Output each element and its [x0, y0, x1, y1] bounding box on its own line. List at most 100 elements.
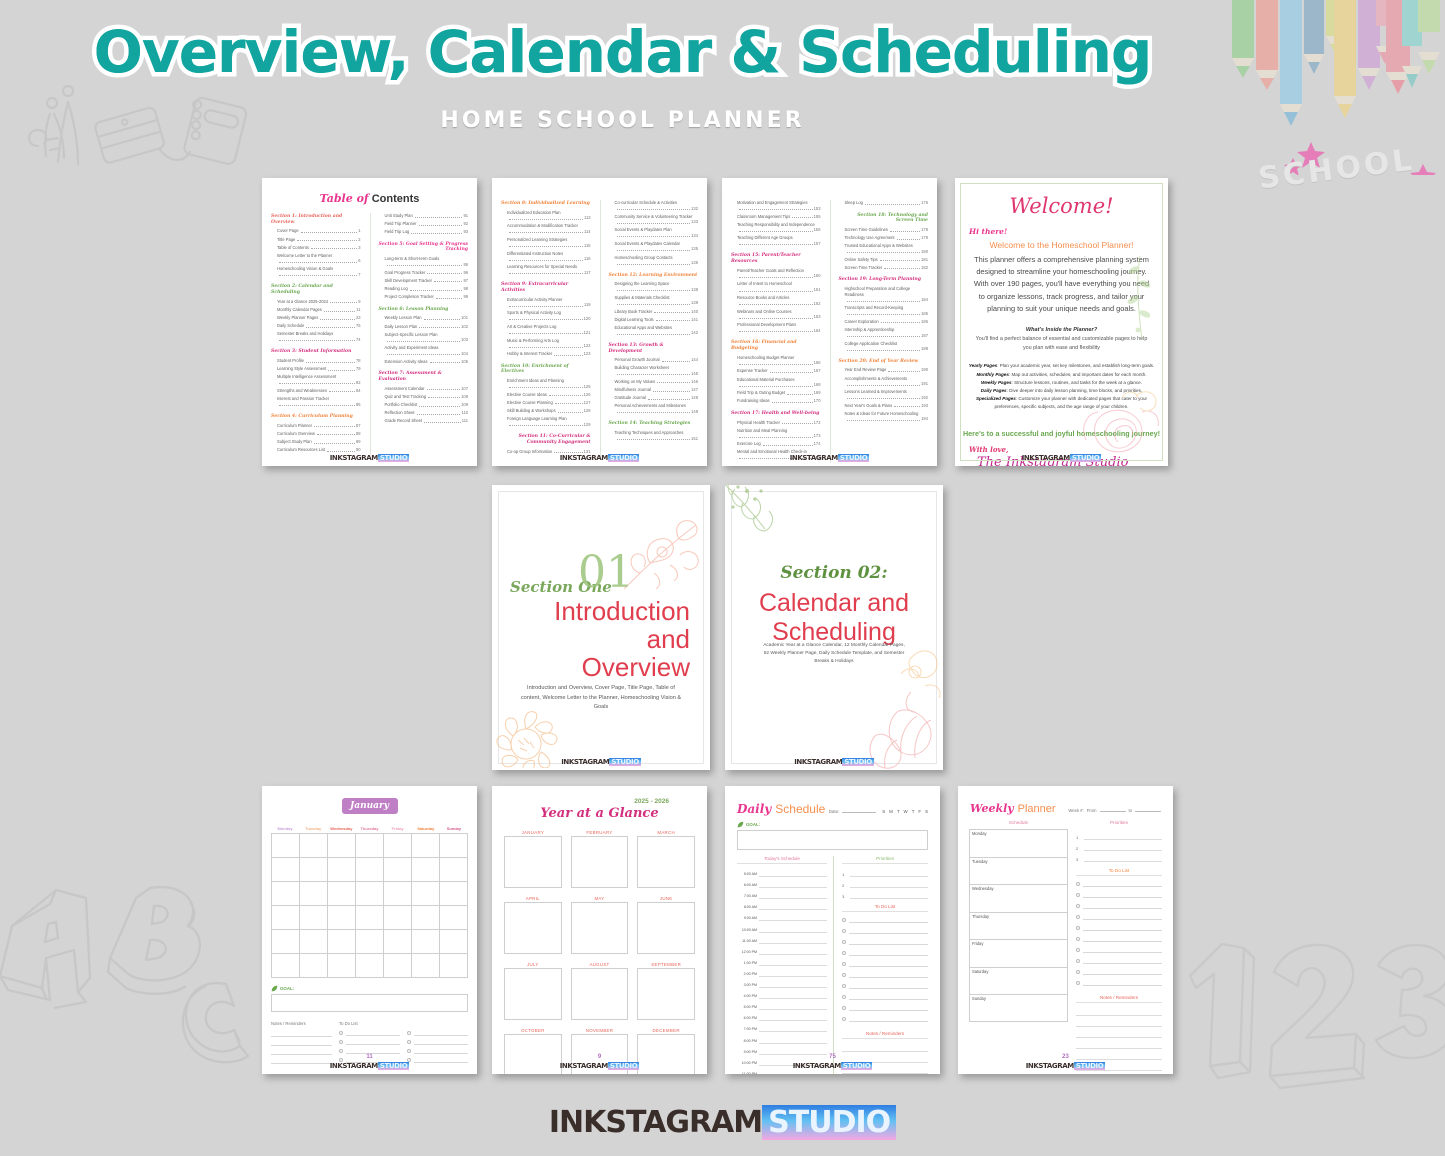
- toc-entry[interactable]: Teaching Different Age Groups 157: [731, 235, 821, 246]
- toc-entry[interactable]: Screen Time Tracker 182: [839, 265, 929, 271]
- todo-line[interactable]: [1082, 880, 1162, 887]
- toc-entry[interactable]: Working on My Values 146: [609, 379, 699, 385]
- todo-line[interactable]: [1082, 957, 1162, 964]
- toc-entry[interactable]: Educational Material Purchases 168: [731, 377, 821, 388]
- toc-entry[interactable]: Multiple Intelligence Assessment 82: [271, 374, 361, 385]
- toc-entry[interactable]: Library Book Tracker 140: [609, 309, 699, 315]
- todo-item[interactable]: [842, 991, 928, 1002]
- toc-entry[interactable]: Field Trip & Outing Budget 169: [731, 390, 821, 396]
- toc-entry[interactable]: Activity and Experiment Ideas 104: [379, 345, 469, 356]
- toc-entry[interactable]: Semester Breaks and Holidays 74: [271, 331, 361, 342]
- toc-entry[interactable]: Reflection Sheet 110: [379, 410, 469, 416]
- todo-item[interactable]: [842, 1013, 928, 1024]
- toc-entry[interactable]: Homeschooling Group Contacts 136: [609, 255, 699, 266]
- todo-item[interactable]: [339, 1037, 400, 1046]
- toc-entry[interactable]: Accommodation & Modification Tracker 114: [501, 223, 591, 234]
- priority-row[interactable]: 3: [842, 888, 928, 899]
- toc-entry[interactable]: Curriculum Resources List 90: [271, 447, 361, 453]
- time-slot[interactable]: 4:00 PM: [737, 988, 828, 1000]
- toc-entry[interactable]: Co-curricular Schedule & Activities 132: [609, 200, 699, 211]
- checkbox-icon[interactable]: [842, 972, 847, 977]
- todo-line[interactable]: [849, 949, 928, 956]
- toc-entry[interactable]: Supplies & Materials Checklist 139: [609, 295, 699, 306]
- month-cell[interactable]: JANUARY: [504, 830, 562, 888]
- toc-entry[interactable]: Teaching Techniques and Approaches 151: [609, 430, 699, 441]
- calendar-day-cell[interactable]: [440, 954, 468, 978]
- checkbox-icon[interactable]: [1075, 903, 1080, 908]
- calendar-day-cell[interactable]: [356, 954, 384, 978]
- priority-rows[interactable]: 1 2 3: [842, 866, 928, 899]
- toc-entry[interactable]: Internship & Apprenticeship 187: [839, 327, 929, 338]
- toc-entry[interactable]: Monthly Calendar Pages 11: [271, 307, 361, 313]
- toc-entry[interactable]: Individualized Education Plan 113: [501, 210, 591, 221]
- weekday-block[interactable]: Tuesday: [969, 856, 1068, 884]
- notes-line[interactable]: [271, 1037, 332, 1046]
- toc-entry[interactable]: Parent/Teacher Goals and Reflection 160: [731, 268, 821, 279]
- todo-rows[interactable]: [842, 914, 928, 1024]
- calendar-day-cell[interactable]: [384, 930, 412, 954]
- todo-item[interactable]: [1075, 900, 1162, 911]
- calendar-day-cell[interactable]: [384, 858, 412, 882]
- weekday-block[interactable]: Friday: [969, 939, 1068, 967]
- calendar-day-cell[interactable]: [300, 858, 328, 882]
- toc-entry[interactable]: Social Events & Playdates Plan 134: [609, 227, 699, 238]
- checkbox-icon[interactable]: [842, 917, 847, 922]
- calendar-day-cell[interactable]: [328, 882, 356, 906]
- checkbox-icon[interactable]: [842, 983, 847, 988]
- todo-line[interactable]: [849, 971, 928, 978]
- todo-item[interactable]: [842, 925, 928, 936]
- toc-entry[interactable]: Homeschooling Budget Planner 166: [731, 355, 821, 366]
- toc-entry[interactable]: Technology Use Agreement 179: [839, 235, 929, 241]
- thumbnail-section-01-divider[interactable]: Section One 01 Introduction and Overview…: [492, 485, 710, 770]
- time-entry-line[interactable]: [759, 989, 828, 1000]
- date-input-line[interactable]: [842, 807, 877, 813]
- calendar-day-cell[interactable]: [328, 930, 356, 954]
- calendar-day-cell[interactable]: [412, 858, 440, 882]
- todo-item[interactable]: [1075, 966, 1162, 977]
- note-line[interactable]: [1075, 1016, 1162, 1027]
- time-slot[interactable]: 1:00 PM: [737, 955, 828, 966]
- month-cell[interactable]: JULY: [504, 962, 562, 1020]
- toc-entry[interactable]: Title Page 2: [271, 237, 361, 243]
- calendar-day-cell[interactable]: [300, 930, 328, 954]
- time-entry-line[interactable]: [759, 923, 828, 933]
- weekday-block[interactable]: Wednesday: [969, 884, 1068, 912]
- checkbox-icon[interactable]: [339, 1039, 343, 1044]
- toc-entry[interactable]: Assessment Calendar 107: [379, 386, 469, 392]
- calendar-day-cell[interactable]: [300, 954, 328, 978]
- thumbnail-weekly-planner[interactable]: Weekly Planner Week #: From to Schedule …: [958, 786, 1173, 1074]
- toc-entry[interactable]: Physical Health Tracker 172: [731, 420, 821, 426]
- time-slot[interactable]: 12:00 PM: [737, 944, 828, 955]
- toc-entry[interactable]: Online Safety Tips 181: [839, 257, 929, 263]
- calendar-day-cell[interactable]: [440, 906, 468, 930]
- todo-item[interactable]: [1075, 878, 1162, 889]
- todo-item[interactable]: [1075, 922, 1162, 933]
- toc-entry[interactable]: Art & Creative Projects Log 121: [501, 324, 591, 335]
- toc-entry[interactable]: Subject-Specific Lesson Plan 103: [379, 332, 469, 343]
- toc-entry[interactable]: Elective Course Ideas 126: [501, 392, 591, 398]
- time-entry-line[interactable]: [759, 878, 828, 889]
- checkbox-icon[interactable]: [1075, 969, 1080, 974]
- todo-line[interactable]: [1082, 946, 1162, 953]
- toc-entry[interactable]: Curriculum Planner 87: [271, 423, 361, 429]
- todo-item[interactable]: [407, 1037, 468, 1046]
- calendar-day-cell[interactable]: [328, 858, 356, 882]
- calendar-day-cell[interactable]: [384, 834, 412, 858]
- todo-item[interactable]: [339, 1028, 400, 1037]
- month-notes-box[interactable]: [570, 968, 629, 1020]
- toc-entry[interactable]: Daily Lesson Plan 102: [379, 324, 469, 330]
- todo-item[interactable]: [842, 914, 928, 925]
- calendar-day-cell[interactable]: [356, 882, 384, 906]
- checkbox-icon[interactable]: [1075, 914, 1080, 919]
- toc-entry[interactable]: Fundraising Ideas 170: [731, 398, 821, 404]
- time-slot[interactable]: 8:00 PM: [737, 1032, 828, 1044]
- calendar-grid[interactable]: [271, 833, 468, 978]
- time-slot[interactable]: 9:00 PM: [737, 1044, 828, 1055]
- toc-entry[interactable]: Mindfulness Journal 147: [609, 387, 699, 393]
- time-entry-line[interactable]: [759, 889, 828, 900]
- checkbox-icon[interactable]: [1075, 881, 1080, 886]
- toc-entry[interactable]: Goal Progress Tracker 96: [379, 270, 469, 276]
- month-notes-box[interactable]: [637, 902, 695, 954]
- toc-entry[interactable]: Grade Record Sheet 111: [379, 418, 469, 424]
- month-cell[interactable]: APRIL: [504, 896, 562, 954]
